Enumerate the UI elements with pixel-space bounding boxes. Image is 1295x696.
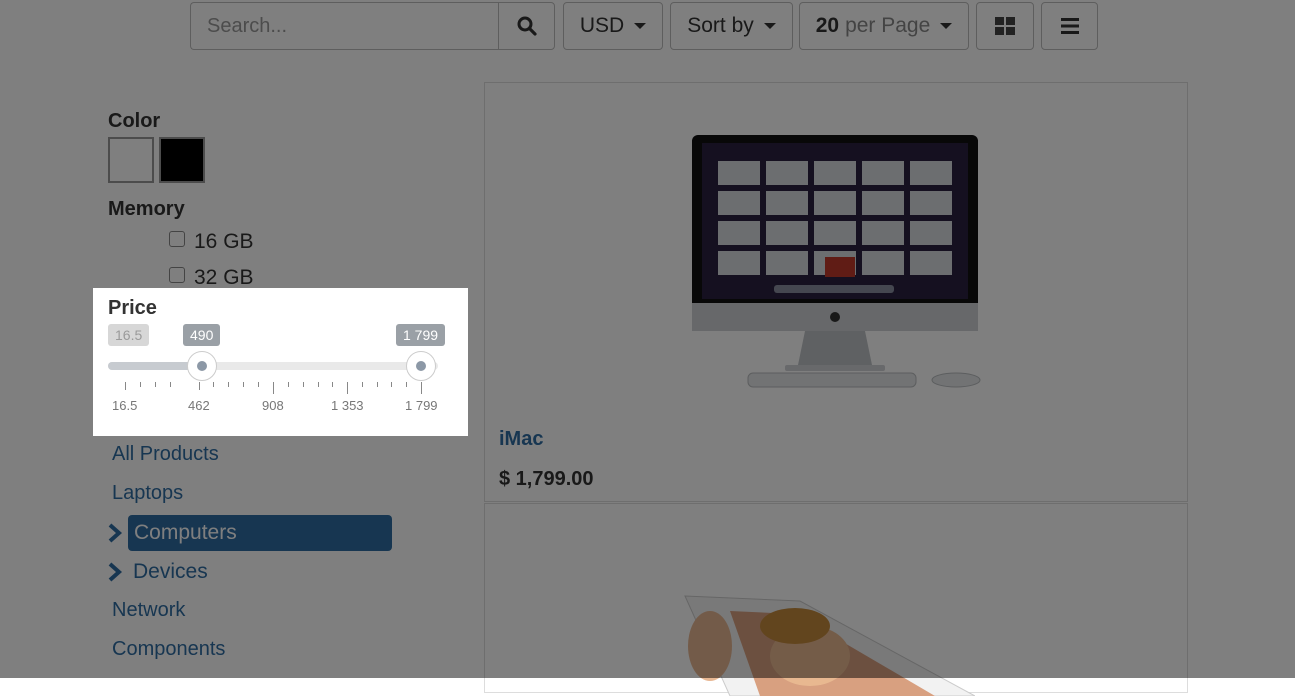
price-slider-lower-handle[interactable] — [187, 351, 217, 381]
slider-tick — [421, 382, 422, 394]
slider-grid-label: 908 — [262, 398, 284, 413]
slider-tick — [125, 382, 126, 390]
price-min-label: 16.5 — [108, 324, 150, 346]
slider-tick — [303, 382, 304, 387]
slider-tick — [258, 382, 259, 387]
slider-tick — [391, 382, 392, 387]
slider-grid-label: 462 — [188, 398, 210, 413]
slider-grid-label: 16.5 — [112, 398, 138, 413]
slider-grid-label: 1 799 — [405, 398, 438, 413]
slider-tick — [243, 382, 244, 387]
slider-tick — [406, 382, 407, 387]
slider-tick — [199, 382, 200, 390]
slider-tick — [213, 382, 214, 387]
slider-tick — [170, 382, 171, 387]
slider-tick — [140, 382, 141, 387]
slider-grid-label: 1 353 — [331, 398, 364, 413]
handle-dot — [416, 361, 426, 371]
slider-tick — [332, 382, 333, 387]
price-filter-title: Price — [108, 297, 157, 319]
price-filter-panel: Price 16.5 490 1 799 16.5 462 908 1 353 … — [93, 288, 468, 436]
slider-tick — [273, 382, 274, 394]
slider-tick — [155, 382, 156, 387]
price-slider-upper-handle[interactable] — [406, 351, 436, 381]
slider-tick — [318, 382, 319, 387]
slider-tick — [347, 382, 348, 394]
price-lower-value: 490 — [183, 324, 221, 346]
price-upper-value: 1 799 — [396, 324, 446, 346]
handle-dot — [197, 361, 207, 371]
slider-tick — [362, 382, 363, 387]
slider-tick — [228, 382, 229, 387]
slider-tick — [377, 382, 378, 387]
slider-tick — [288, 382, 289, 387]
